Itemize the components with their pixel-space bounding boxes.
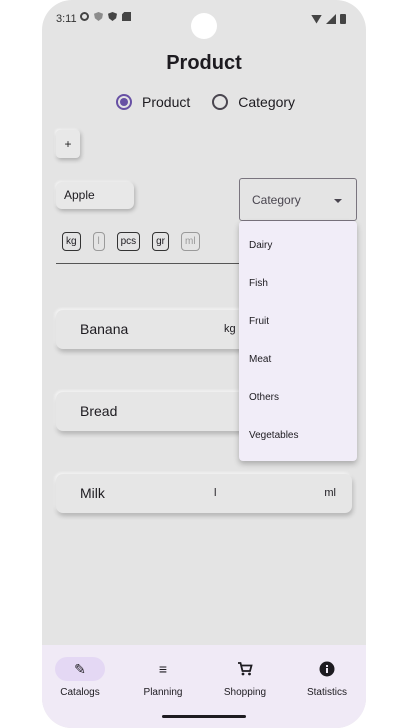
product-card[interactable]: Milk l ml [56, 474, 352, 513]
dropdown-arrow-icon [334, 199, 342, 203]
radio-selected-icon[interactable] [116, 94, 132, 110]
info-icon [319, 661, 335, 677]
product-unit: l [214, 487, 217, 499]
home-indicator[interactable] [162, 715, 246, 718]
nav-item-statistics[interactable]: Statistics [292, 657, 362, 698]
camera-cutout [191, 13, 217, 39]
unit-chip-pcs[interactable]: pcs [116, 232, 141, 251]
unit-chip-ml[interactable]: ml [181, 232, 200, 251]
category-dropdown-menu: Dairy Fish Fruit Meat Others Vegetables [239, 221, 357, 461]
radio-unselected-icon[interactable] [212, 94, 229, 110]
shield-icon [108, 12, 117, 21]
radio-label-category: Category [238, 94, 296, 110]
cart-icon [238, 662, 253, 676]
product-unit: kg [224, 323, 236, 335]
product-name: Milk [80, 485, 105, 501]
menu-item-others[interactable]: Others [249, 392, 279, 403]
add-button[interactable]: + [56, 130, 80, 158]
mode-radio-group: Product Category [116, 94, 317, 110]
bottom-navigation: ✎ Catalogs ≡ Planning Shopping Statistic… [42, 645, 366, 728]
phone-screen: 3:11 Product Product Category + Apple Ca… [42, 0, 366, 728]
nav-label: Catalogs [60, 687, 100, 698]
nav-label: Planning [143, 687, 183, 698]
unit-chip-l[interactable]: l [92, 232, 105, 251]
settings-icon [80, 12, 89, 21]
wifi-icon [311, 14, 322, 24]
unit-chip-kg[interactable]: kg [62, 232, 81, 251]
nav-item-catalogs[interactable]: ✎ Catalogs [45, 657, 115, 698]
nav-label: Statistics [306, 687, 347, 698]
unit-chip-gr[interactable]: gr [152, 232, 170, 251]
product-name-input[interactable]: Apple [56, 182, 134, 209]
radio-label-product: Product [142, 94, 191, 110]
battery-icon [340, 14, 346, 24]
shield-outline-icon [94, 12, 103, 21]
menu-item-dairy[interactable]: Dairy [249, 240, 272, 251]
nav-label: Shopping [223, 687, 267, 698]
radio-category[interactable]: Category [212, 94, 295, 110]
pencil-icon: ✎ [74, 661, 86, 677]
signal-icon [326, 14, 336, 24]
menu-item-vegetables[interactable]: Vegetables [249, 430, 299, 441]
menu-item-meat[interactable]: Meat [249, 354, 271, 365]
unit-chips: kg l pcs gr ml [62, 232, 200, 251]
sd-card-icon [122, 12, 131, 21]
nav-item-shopping[interactable]: Shopping [210, 657, 280, 698]
product-name: Bread [80, 403, 118, 419]
category-select-label: Category [252, 193, 301, 207]
form-divider [56, 263, 240, 264]
product-unit-secondary: ml [324, 487, 336, 499]
menu-item-fruit[interactable]: Fruit [249, 316, 269, 327]
list-icon: ≡ [158, 661, 168, 677]
nav-item-planning[interactable]: ≡ Planning [128, 657, 198, 698]
category-select[interactable]: Category [239, 178, 357, 221]
status-time: 3:11 [56, 13, 77, 25]
product-name: Banana [80, 321, 129, 337]
radio-product[interactable]: Product [116, 94, 190, 110]
page-title: Product [166, 52, 242, 74]
menu-item-fish[interactable]: Fish [249, 278, 268, 289]
